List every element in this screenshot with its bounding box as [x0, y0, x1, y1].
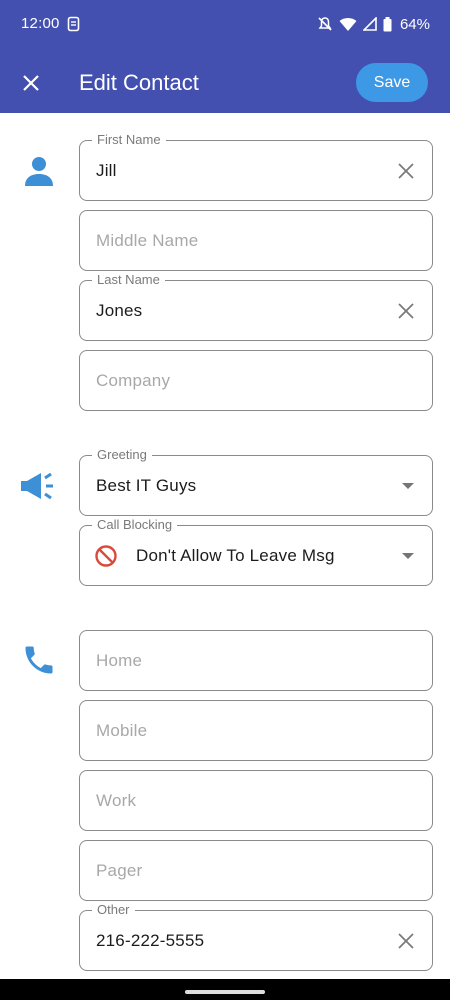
clear-icon: [398, 163, 414, 179]
sim-icon: [67, 16, 80, 32]
status-bar: 12:00 64%: [0, 0, 450, 48]
other-phone-value: 216-222-5555: [96, 931, 205, 950]
greeting-label: Greeting: [92, 447, 152, 463]
mobile-phone-field[interactable]: Mobile: [79, 700, 433, 761]
mute-icon: [318, 17, 332, 31]
clear-other-phone-button[interactable]: [394, 929, 418, 953]
megaphone-icon: [19, 466, 59, 506]
company-field[interactable]: Company: [79, 350, 433, 411]
person-icon: [19, 150, 59, 190]
home-phone-placeholder: Home: [96, 651, 143, 670]
save-button[interactable]: Save: [356, 63, 428, 102]
battery-percent: 64%: [399, 15, 430, 33]
wifi-icon: [339, 17, 357, 31]
status-time: 12:00: [21, 15, 60, 32]
work-phone-placeholder: Work: [96, 791, 137, 810]
block-icon: [95, 545, 117, 567]
first-name-field[interactable]: First Name Jill: [79, 132, 433, 201]
middle-name-field[interactable]: Middle Name: [79, 210, 433, 271]
other-phone-field[interactable]: Other 216-222-5555: [79, 902, 433, 971]
call-blocking-value: Don't Allow To Leave Msg: [136, 546, 335, 565]
first-name-value: Jill: [96, 161, 117, 180]
home-gesture-handle[interactable]: [185, 990, 265, 994]
signal-icon: [362, 17, 377, 31]
last-name-label: Last Name: [92, 272, 165, 288]
status-icons: 64%: [317, 14, 430, 34]
phone-icon: [19, 640, 59, 680]
home-phone-field[interactable]: Home: [79, 630, 433, 691]
greeting-select[interactable]: Greeting Best IT Guys: [79, 447, 433, 516]
middle-name-placeholder: Middle Name: [96, 231, 199, 250]
clear-icon: [398, 933, 414, 949]
clear-last-name-button[interactable]: [394, 299, 418, 323]
other-phone-label: Other: [92, 902, 135, 918]
call-blocking-select[interactable]: Call Blocking Don't Allow To Leave Msg: [79, 517, 433, 586]
pager-field[interactable]: Pager: [79, 840, 433, 901]
clear-first-name-button[interactable]: [394, 159, 418, 183]
battery-icon: [383, 16, 392, 31]
clear-icon: [398, 303, 414, 319]
last-name-value: Jones: [96, 301, 143, 320]
greeting-value: Best IT Guys: [96, 476, 197, 495]
last-name-field[interactable]: Last Name Jones: [79, 272, 433, 341]
mobile-phone-placeholder: Mobile: [96, 721, 148, 740]
pager-placeholder: Pager: [96, 861, 143, 880]
first-name-label: First Name: [92, 132, 166, 148]
work-phone-field[interactable]: Work: [79, 770, 433, 831]
page-title: Edit Contact: [79, 70, 199, 95]
company-placeholder: Company: [96, 371, 171, 390]
app-bar: 12:00 64% Edit Contact Save: [0, 0, 450, 113]
dropdown-arrow-icon[interactable]: [402, 483, 414, 489]
close-icon: [23, 75, 39, 91]
close-button[interactable]: [14, 66, 48, 100]
dropdown-arrow-icon[interactable]: [402, 553, 414, 559]
call-blocking-label: Call Blocking: [92, 517, 178, 533]
